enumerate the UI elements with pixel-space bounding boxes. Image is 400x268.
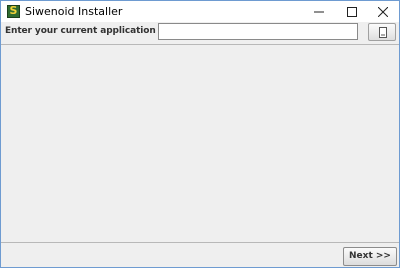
- app-icon: S: [7, 5, 20, 18]
- title-bar[interactable]: S Siwenoid Installer: [1, 1, 399, 22]
- content-panel: [1, 44, 399, 243]
- browse-button[interactable]: [368, 23, 396, 41]
- minimize-button[interactable]: [303, 1, 335, 22]
- close-icon: [378, 7, 388, 17]
- installer-window: S Siwenoid Installer Enter your current …: [0, 0, 400, 268]
- app-icon-letter: S: [9, 5, 18, 17]
- window-title: Siwenoid Installer: [25, 5, 123, 18]
- next-button[interactable]: Next >>: [343, 247, 397, 266]
- file-browse-icon: [379, 27, 387, 38]
- close-button[interactable]: [367, 1, 399, 22]
- maximize-icon: [347, 7, 357, 17]
- minimize-icon: [314, 11, 324, 13]
- version-input[interactable]: [158, 23, 358, 40]
- maximize-button[interactable]: [336, 1, 368, 22]
- version-toolbar: Enter your current application version:: [1, 22, 399, 44]
